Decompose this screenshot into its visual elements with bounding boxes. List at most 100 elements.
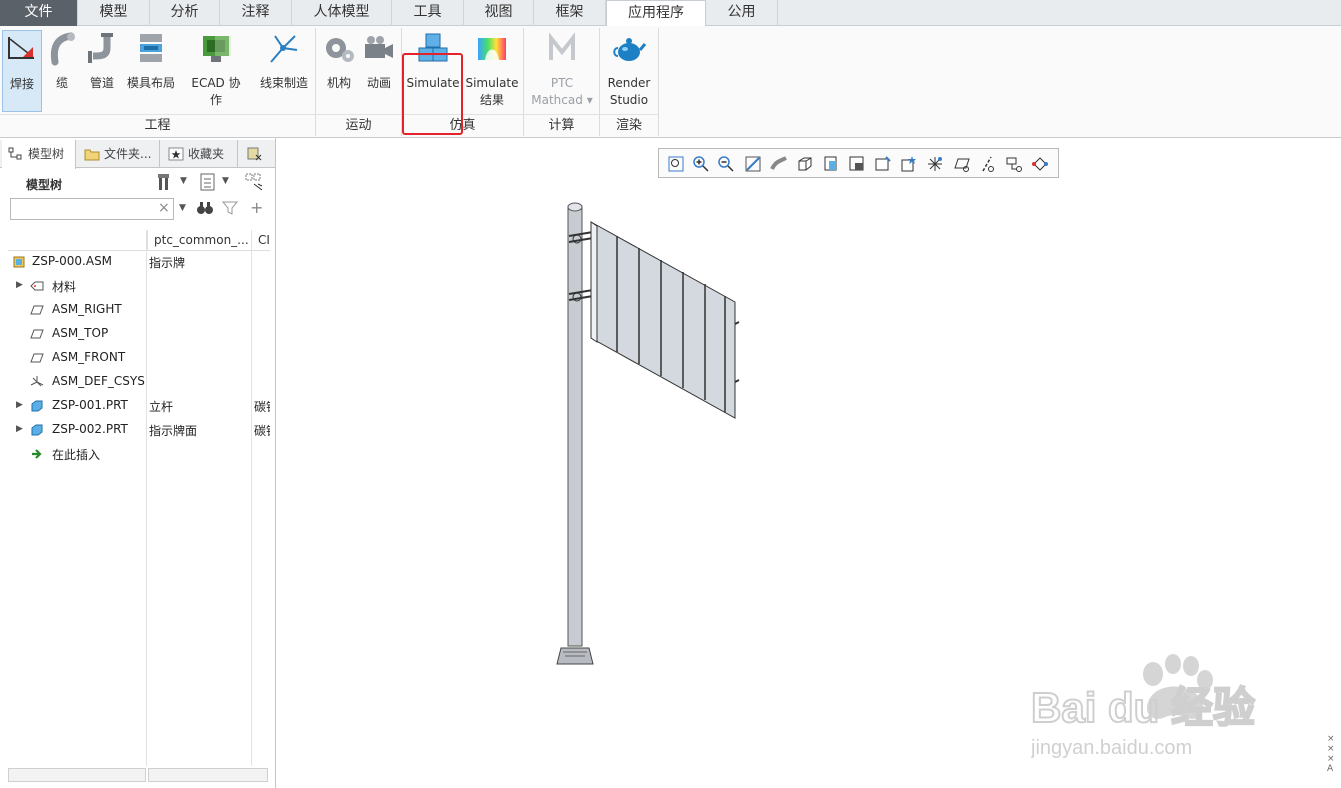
harness-button[interactable]: 线束制造 <box>254 30 314 112</box>
chevron-down-icon[interactable]: ▼ <box>180 176 187 186</box>
plane-display-icon[interactable] <box>953 155 971 173</box>
model-tree-title: 模型树 <box>26 178 63 192</box>
tab-applications[interactable]: 应用程序 <box>606 0 706 27</box>
simulate-results-button[interactable]: Simulate 结果 <box>464 30 520 112</box>
tab-analysis[interactable]: 分析 <box>150 0 220 26</box>
cable-button[interactable]: 缆 <box>44 30 80 112</box>
ecad-label: ECAD 协 作 <box>186 75 246 109</box>
chevron-down-icon[interactable]: ▼ <box>222 176 229 186</box>
model-tree-panel: 模型树 文件夹... 收藏夹 模型树 ▼ ▼ × ▼ + ptc_common_… <box>0 138 276 788</box>
tree-row-asm[interactable]: ZSP-000.ASM 指示牌 <box>8 250 270 274</box>
graphics-window[interactable]: Bai du 经验 jingyan.baidu.com × × × A <box>277 138 1341 788</box>
add-icon[interactable]: + <box>250 198 263 217</box>
tree-row-insert-here[interactable]: 在此插入 <box>8 442 270 466</box>
weld-button[interactable]: 焊接 <box>2 30 42 112</box>
ecad-icon <box>203 36 231 62</box>
appearance-icon[interactable] <box>770 155 788 173</box>
tab-manikin[interactable]: 人体模型 <box>292 0 392 26</box>
mold-layout-button[interactable]: 模具布局 <box>124 30 178 112</box>
ptc-mathcad-label: PTC Mathcad ▾ <box>528 75 596 109</box>
tab-folder-browser[interactable]: 文件夹... <box>78 140 160 168</box>
view-axes-indicator: × × × A <box>1327 734 1335 774</box>
tree-row-zsp-002[interactable]: ▶ ZSP-002.PRT 指示牌面 碳钢 <box>8 418 270 442</box>
point-display-icon[interactable] <box>1005 155 1023 173</box>
zoom-out-icon[interactable] <box>717 155 735 173</box>
mechanism-button[interactable]: 机构 <box>320 30 358 112</box>
view-manager-icon[interactable] <box>848 155 866 173</box>
tree-row-zsp-001[interactable]: ▶ ZSP-001.PRT 立杆 碳钢 <box>8 394 270 418</box>
simulate-results-line1: Simulate <box>465 76 519 90</box>
tab-model-tree[interactable]: 模型树 <box>2 140 76 169</box>
perspective-icon[interactable] <box>874 155 892 173</box>
tab-file[interactable]: 文件 <box>0 0 78 26</box>
tree-row-material[interactable]: ▶ 材料 <box>8 274 270 298</box>
tree-row-name: 材料 <box>52 280 77 294</box>
render-studio-button[interactable]: Render Studio <box>602 30 656 112</box>
binoculars-icon[interactable] <box>196 200 214 216</box>
model-tree-search-input[interactable] <box>10 198 174 220</box>
ecad-button[interactable]: ECAD 协 作 <box>186 30 246 112</box>
tree-row-name: ASM_DEF_CSYS <box>52 374 145 388</box>
gear-icon <box>326 38 354 62</box>
chevron-down-icon: ▾ <box>586 93 593 107</box>
tab-model-tree-label: 模型树 <box>28 147 65 161</box>
piping-label: 管道 <box>89 76 114 90</box>
settings-tools-icon[interactable] <box>156 172 176 192</box>
tab-favorites-label: 收藏夹 <box>188 147 225 161</box>
tree-row-asm-front[interactable]: ASM_FRONT <box>8 346 270 370</box>
horizontal-scrollbar[interactable] <box>8 768 146 782</box>
display-style-icon[interactable] <box>796 155 814 173</box>
spin-center-icon[interactable] <box>900 155 918 173</box>
expand-arrow-icon[interactable]: ▶ <box>16 280 23 290</box>
expand-arrow-icon[interactable]: ▶ <box>16 400 23 410</box>
ptc-mathcad-button[interactable]: PTC Mathcad ▾ <box>528 30 596 112</box>
tree-row-name: ASM_FRONT <box>52 350 126 364</box>
teapot-icon <box>613 38 646 61</box>
tree-row-col2: 碳钢 <box>254 400 270 414</box>
ptc-mathcad-line2: Mathcad ▾ <box>528 92 596 109</box>
chevron-down-icon[interactable]: ▼ <box>179 203 186 213</box>
close-icon[interactable]: × <box>158 200 170 216</box>
tab-view[interactable]: 视图 <box>464 0 534 26</box>
filter-grid-icon[interactable] <box>244 172 264 192</box>
column-header-ptc-common[interactable]: ptc_common_... <box>147 230 251 250</box>
tab-common[interactable]: 公用 <box>706 0 778 26</box>
group-label-simulation: 仿真 <box>402 114 523 136</box>
zoom-in-icon[interactable] <box>692 155 710 173</box>
folder-icon <box>84 149 100 161</box>
simulate-button[interactable]: Simulate <box>404 30 462 112</box>
repaint-icon[interactable] <box>744 155 762 173</box>
tree-row-name: ASM_RIGHT <box>52 302 122 316</box>
horizontal-scrollbar[interactable] <box>148 768 268 782</box>
expand-arrow-icon[interactable]: ▶ <box>16 424 23 434</box>
tree-row-name: ASM_TOP <box>52 326 109 340</box>
tree-row-asm-def-csys[interactable]: ASM_DEF_CSYS <box>8 370 270 394</box>
annotation-display-icon[interactable] <box>1031 155 1049 173</box>
filter-icon[interactable] <box>222 200 238 216</box>
refit-icon[interactable] <box>667 155 685 173</box>
tab-framework[interactable]: 框架 <box>534 0 606 26</box>
animation-button[interactable]: 动画 <box>360 30 398 112</box>
panel-tabs: 模型树 文件夹... 收藏夹 <box>0 140 276 169</box>
tab-tools[interactable]: 工具 <box>392 0 464 26</box>
axis-display-icon[interactable] <box>979 155 997 173</box>
piping-button[interactable]: 管道 <box>82 30 122 112</box>
mold-layout-icon <box>140 34 162 62</box>
harness-icon <box>270 35 298 63</box>
menu-bar: 文件 模型 分析 注释 人体模型 工具 视图 框架 应用程序 公用 <box>0 0 1341 27</box>
simulate-icon <box>418 33 448 62</box>
tree-row-asm-right[interactable]: ASM_RIGHT <box>8 298 270 322</box>
camera-icon <box>365 36 393 58</box>
tree-row-asm-top[interactable]: ASM_TOP <box>8 322 270 346</box>
show-list-icon[interactable] <box>198 172 218 192</box>
datum-display-icon[interactable] <box>926 155 944 173</box>
tab-extra[interactable] <box>240 140 276 168</box>
watermark-brand: Bai du 经验 <box>1031 684 1255 731</box>
tab-favorites[interactable]: 收藏夹 <box>162 140 238 168</box>
column-header-ci[interactable]: CI <box>251 230 270 250</box>
tab-annotate[interactable]: 注释 <box>220 0 292 26</box>
tab-model[interactable]: 模型 <box>78 0 150 26</box>
saved-orientations-icon[interactable] <box>822 155 840 173</box>
sign-model-3d[interactable] <box>547 196 757 676</box>
insert-arrow-icon <box>32 449 42 459</box>
